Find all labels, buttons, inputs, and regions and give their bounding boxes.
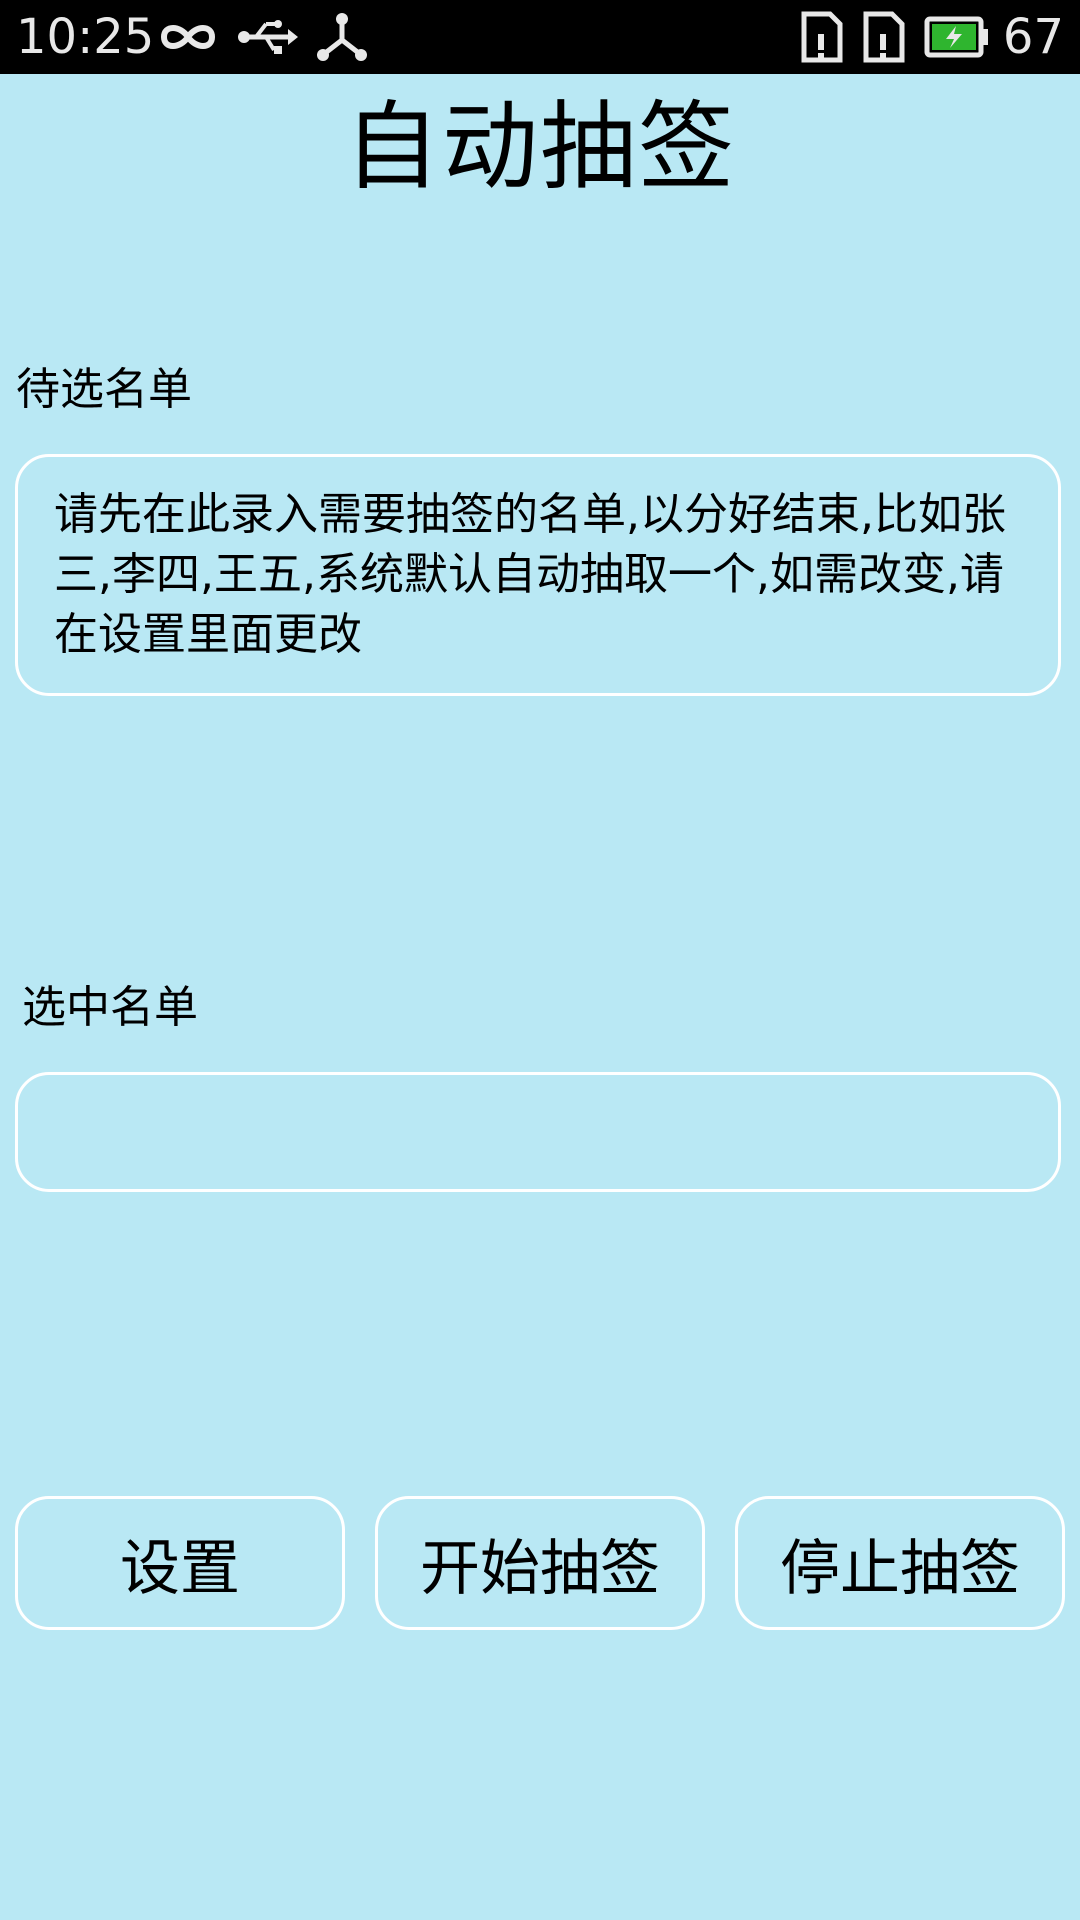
selected-output[interactable] <box>15 1072 1061 1192</box>
stop-draw-button[interactable]: 停止抽签 <box>735 1496 1065 1630</box>
battery-percentage: 67 <box>1002 9 1064 65</box>
start-draw-button[interactable]: 开始抽签 <box>375 1496 705 1630</box>
selected-label: 选中名单 <box>22 982 198 1033</box>
battery-charging-icon <box>924 14 990 64</box>
candidates-placeholder: 请先在此录入需要抽签的名单,以分好结束,比如张三,李四,王五,系统默认自动抽取一… <box>54 489 1006 660</box>
settings-button[interactable]: 设置 <box>15 1496 345 1630</box>
page-title: 自动抽签 <box>344 91 736 203</box>
candidates-label: 待选名单 <box>16 364 192 415</box>
candidates-input[interactable]: 请先在此录入需要抽签的名单,以分好结束,比如张三,李四,王五,系统默认自动抽取一… <box>15 454 1061 696</box>
share-icon <box>316 10 368 68</box>
usb-icon <box>236 10 300 68</box>
status-time: 10:25 <box>16 9 155 65</box>
infinity-icon <box>156 10 220 68</box>
sim-card-icon <box>862 10 906 68</box>
status-bar: 10:25 67 <box>0 0 1080 74</box>
sim-card-icon <box>800 10 844 68</box>
